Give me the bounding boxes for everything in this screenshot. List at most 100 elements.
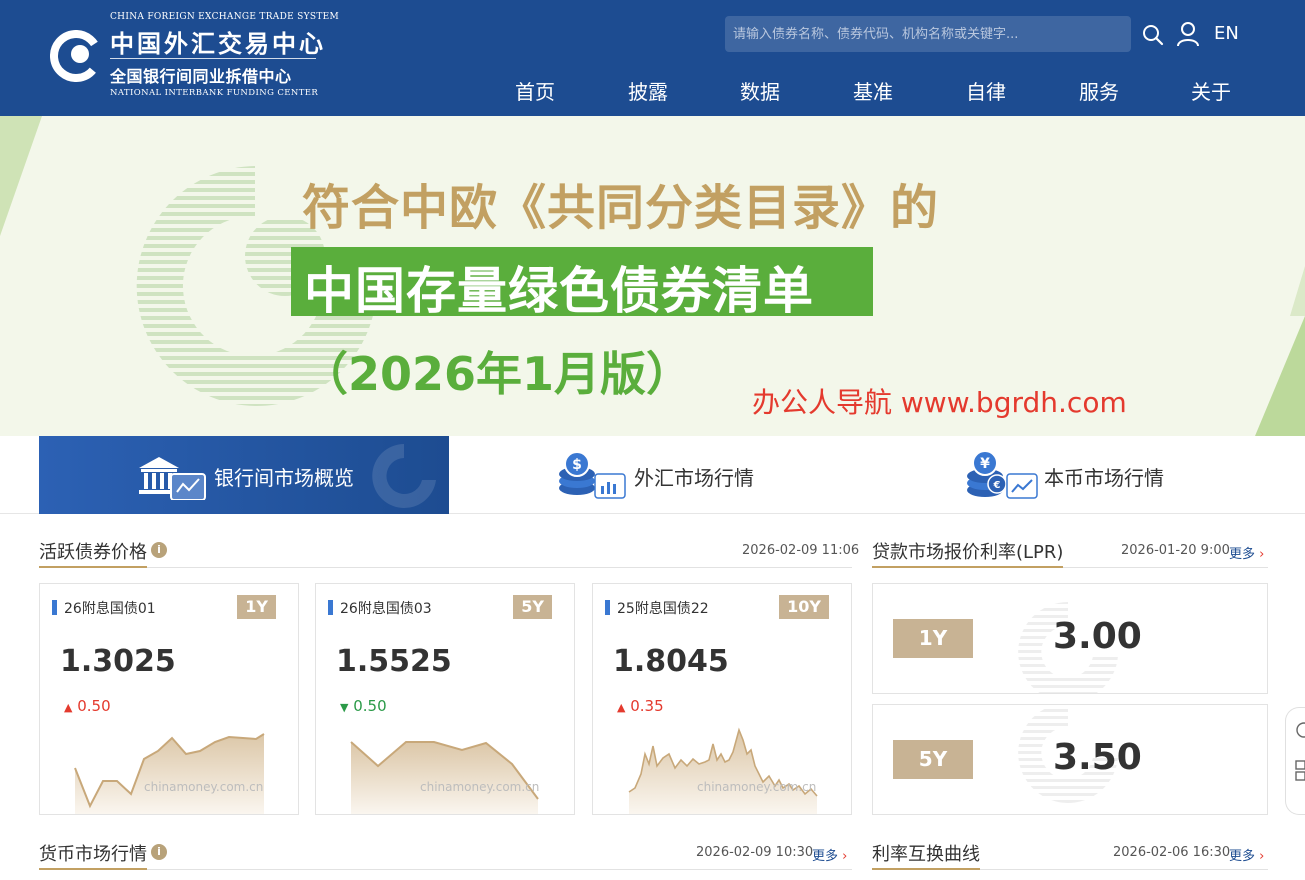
nav-services[interactable]: 服务 bbox=[1079, 76, 1119, 105]
bond-card[interactable]: 26附息国债03 5Y 1.5525 ▼ 0.50 chinamoney.com… bbox=[315, 583, 575, 815]
up-arrow-icon: ▲ bbox=[64, 701, 73, 714]
user-icon[interactable] bbox=[1176, 21, 1200, 47]
bond-price: 1.8045 bbox=[613, 644, 729, 679]
svg-text:€: € bbox=[993, 480, 1001, 491]
bond-price: 1.3025 bbox=[60, 644, 176, 679]
tab-label: 外汇市场行情 bbox=[634, 466, 754, 490]
main-nav: 首页 披露 数据 基准 自律 服务 关于 bbox=[0, 76, 1305, 106]
cfets-logo-icon bbox=[50, 30, 102, 82]
more-link-irs[interactable]: 更多 › bbox=[1229, 845, 1264, 864]
bond-tenor-badge: 10Y bbox=[779, 595, 829, 619]
bond-sparkline bbox=[74, 733, 265, 814]
nav-benchmark[interactable]: 基准 bbox=[853, 76, 893, 105]
search-input[interactable] bbox=[725, 16, 1131, 52]
bond-marker bbox=[328, 600, 333, 615]
bond-sparkline bbox=[350, 741, 539, 814]
chart-watermark: chinamoney.com.cn bbox=[697, 780, 817, 794]
logo-en-top: CHINA FOREIGN EXCHANGE TRADE SYSTEM bbox=[110, 12, 340, 22]
svg-text:$: $ bbox=[572, 457, 582, 473]
chevron-right-icon: › bbox=[1259, 547, 1265, 562]
chevron-right-icon: › bbox=[1259, 849, 1265, 864]
market-tabs: 银行间市场概览 $ 外汇市场行情 ¥ € 本币市场行情 bbox=[0, 436, 1305, 514]
lpr-value: 3.50 bbox=[1053, 737, 1142, 778]
svg-text:¥: ¥ bbox=[980, 456, 990, 472]
nav-disclosure[interactable]: 披露 bbox=[628, 76, 668, 105]
up-arrow-icon: ▲ bbox=[617, 701, 626, 714]
bond-marker bbox=[52, 600, 57, 615]
lpr-card-5y: 5Y 3.50 bbox=[872, 704, 1268, 815]
lpr-value: 3.00 bbox=[1053, 616, 1142, 657]
lpr-tenor-badge: 1Y bbox=[893, 619, 973, 658]
nav-about[interactable]: 关于 bbox=[1191, 76, 1231, 105]
bond-name-text: 26附息国债03 bbox=[340, 601, 432, 617]
section-divider bbox=[39, 869, 852, 870]
more-link-label: 更多 bbox=[1229, 849, 1256, 864]
bond-sparkline bbox=[628, 727, 818, 814]
section-time: 2026-02-06 16:30 bbox=[1113, 845, 1231, 860]
bond-change: ▲ 0.35 bbox=[617, 697, 664, 715]
bond-tenor-badge: 5Y bbox=[513, 595, 552, 619]
chart-watermark: chinamoney.com.cn bbox=[420, 780, 540, 794]
nav-data[interactable]: 数据 bbox=[740, 76, 780, 105]
bond-name-text: 25附息国债22 bbox=[617, 601, 709, 617]
section-underline bbox=[39, 566, 147, 568]
section-divider bbox=[39, 567, 852, 568]
fx-coins-icon: $ bbox=[559, 452, 626, 499]
search-icon[interactable] bbox=[1142, 24, 1164, 46]
more-link-label: 更多 bbox=[1229, 547, 1256, 562]
section-title-active-bonds: 活跃债券价格 bbox=[39, 542, 147, 563]
bond-marker bbox=[605, 600, 610, 615]
chart-watermark: chinamoney.com.cn bbox=[144, 780, 264, 794]
bond-change-value: 0.50 bbox=[353, 697, 387, 715]
tab-fx-market[interactable]: $ 外汇市场行情 bbox=[449, 436, 859, 514]
bond-name: 26附息国债03 bbox=[328, 598, 432, 618]
bond-tenor-badge: 1Y bbox=[237, 595, 276, 619]
banner-title: 中国存量绿色债券清单 bbox=[304, 262, 814, 320]
tab-label: 本币市场行情 bbox=[1044, 466, 1164, 490]
lpr-card-1y: 1Y 3.00 bbox=[872, 583, 1268, 694]
banner-headline: 符合中欧《共同分类目录》的 bbox=[302, 180, 940, 236]
info-icon[interactable]: i bbox=[151, 844, 167, 860]
nav-self-regulation[interactable]: 自律 bbox=[966, 76, 1006, 105]
search-box bbox=[725, 16, 1131, 52]
rmb-coins-icon: ¥ € bbox=[967, 450, 1038, 499]
site-header: CHINA FOREIGN EXCHANGE TRADE SYSTEM 中国外汇… bbox=[0, 0, 1305, 116]
bond-name-text: 26附息国债01 bbox=[64, 601, 156, 617]
logo-cn-big: 中国外汇交易中心 bbox=[110, 29, 326, 58]
bond-price: 1.5525 bbox=[336, 644, 452, 679]
banner-deco-left bbox=[0, 116, 42, 236]
bond-change: ▲ 0.50 bbox=[64, 697, 111, 715]
section-time: 2026-02-09 10:30 bbox=[696, 845, 814, 860]
section-title-lpr: 贷款市场报价利率(LPR) bbox=[872, 542, 1064, 563]
tab-watermark-icon bbox=[372, 444, 436, 508]
section-title-irs: 利率互换曲线 bbox=[872, 844, 980, 865]
side-toolbar[interactable] bbox=[1285, 707, 1305, 815]
tab-rmb-market[interactable]: ¥ € 本币市场行情 bbox=[859, 436, 1269, 514]
grid-icon bbox=[1295, 760, 1305, 781]
bond-change-value: 0.35 bbox=[630, 697, 664, 715]
bond-card[interactable]: 25附息国债22 10Y 1.8045 ▲ 0.35 chinamoney.co… bbox=[592, 583, 852, 815]
section-time: 2026-01-20 9:00 bbox=[1121, 543, 1230, 558]
section-underline bbox=[39, 868, 147, 870]
more-link-label: 更多 bbox=[812, 849, 839, 864]
nav-home[interactable]: 首页 bbox=[515, 76, 555, 105]
info-icon[interactable]: i bbox=[151, 542, 167, 558]
bank-chart-icon bbox=[139, 457, 206, 500]
bond-change-value: 0.50 bbox=[77, 697, 111, 715]
banner-edition: （2026年1月版） bbox=[302, 347, 693, 401]
bond-change: ▼ 0.50 bbox=[340, 697, 387, 715]
section-underline bbox=[872, 868, 980, 870]
language-switch[interactable]: EN bbox=[1214, 23, 1239, 44]
lpr-tenor-badge: 5Y bbox=[893, 740, 973, 779]
section-underline bbox=[872, 566, 1063, 568]
banner-watermark: 办公人导航 www.bgrdh.com bbox=[752, 386, 1127, 419]
promo-banner[interactable]: 符合中欧《共同分类目录》的 中国存量绿色债券清单 （2026年1月版） 办公人导… bbox=[0, 116, 1305, 436]
banner-deco-right bbox=[1255, 266, 1305, 436]
down-arrow-icon: ▼ bbox=[340, 701, 349, 714]
bond-card[interactable]: 26附息国债01 1Y 1.3025 ▲ 0.50 chinamoney.com… bbox=[39, 583, 299, 815]
tab-interbank-overview[interactable]: 银行间市场概览 bbox=[39, 436, 449, 514]
more-link-lpr[interactable]: 更多 › bbox=[1229, 543, 1264, 562]
more-link-money-market[interactable]: 更多 › bbox=[812, 845, 847, 864]
chevron-right-icon: › bbox=[842, 849, 848, 864]
section-time: 2026-02-09 11:06 bbox=[742, 543, 860, 558]
